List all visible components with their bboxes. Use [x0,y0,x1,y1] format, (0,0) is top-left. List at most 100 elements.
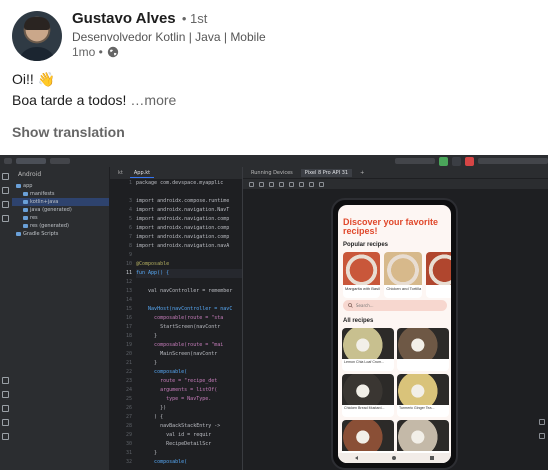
post-meta: 1mo • [72,45,119,59]
ide-device-selector [395,158,435,164]
post-image-ide-screenshot[interactable]: Android app manifests kotlin+java java (gen… [0,155,548,470]
zoom-out-icon [539,433,545,439]
author-name[interactable]: Gustavo Alves [72,10,176,27]
code-line: MainScreen(navContr [136,351,218,357]
code-line: } [136,360,158,366]
author-avatar[interactable] [12,11,62,61]
overview-icon [309,181,314,187]
line-number: 8 [128,243,132,249]
line-number: 23 [125,378,132,384]
folder-icon [23,216,28,220]
recipe-image [397,374,449,405]
line-number: 15 [125,306,132,312]
device-toolbar [243,178,548,189]
recipe-image [397,420,449,451]
tree-item[interactable]: java (generated) [12,206,109,214]
search-bar[interactable] [343,300,447,311]
line-number: 24 [125,387,132,393]
line-number: 20 [125,351,132,357]
code-line: type = NavType. [136,396,212,402]
author-line: Gustavo Alves • 1st [72,10,207,27]
device-tab: Pixel 8 Pro API 31 [300,168,353,177]
tree-item[interactable]: manifests [12,190,109,198]
editor-tab-other: kt [118,170,123,176]
folder-icon [16,184,21,188]
code-line: StartScreen(navContr [136,324,221,330]
code-line: navBackStackEntry -> [136,423,221,429]
nav-back-icon[interactable] [355,456,358,460]
tree-item[interactable]: res (generated) [12,222,109,230]
back-icon [289,181,294,187]
popular-recipe-card[interactable]: Margarita with Basil an... [343,252,381,298]
search-icon [348,303,353,308]
recipe-card[interactable] [397,328,449,371]
popular-recipes-carousel[interactable]: Margarita with Basil an... Chicken and To… [343,252,451,298]
tree-item-label: Gradle Scripts [23,231,59,237]
commit-icon [2,187,9,194]
code-line: val navController = remember [136,288,233,294]
code-editor: package com.devspace.myapplic import andr… [136,179,242,470]
stop-icon [465,156,474,166]
recipe-image [343,252,381,285]
code-line: fun App() { [136,269,242,278]
line-number: 13 [125,288,132,294]
more-icon [2,215,9,222]
code-line: arguments = listOf( [136,387,218,393]
recipe-card[interactable]: Turmeric Ginger Tea... [397,374,449,417]
popular-recipe-card[interactable]: Chicken and Tortilla Bo... [384,252,422,298]
line-number: 18 [125,333,132,339]
code-line: route = "recipe_det [136,378,218,384]
post-body: Boa tarde a todos! [12,92,127,108]
line-number: 5 [128,216,132,222]
recipe-title: Chicken and Tortilla Bo... [386,286,422,291]
all-recipes-grid: Lemon Chia Loaf Crum... Chicken Bread Mus… [342,328,449,463]
avatar-hair [24,17,50,30]
recipe-title: Lemon Chia Loaf Crum... [344,360,385,364]
code-line: package com.devspace.myapplic [136,180,224,186]
code-line: composable(route = "mai [136,342,224,348]
code-line: import androidx.navigation.comp [136,225,230,231]
code-line: import androidx.navigation.comp [136,216,230,222]
popular-recipes-heading: Popular recipes [343,242,389,248]
build-icon [2,377,9,384]
show-translation-button[interactable]: Show translation [12,124,125,140]
tree-item[interactable]: app [12,182,109,190]
git-icon [2,433,9,440]
line-number: 28 [125,423,132,429]
nav-home-icon[interactable] [392,456,396,460]
line-number: 19 [125,342,132,348]
line-number: 27 [125,414,132,420]
tree-item[interactable]: Gradle Scripts [12,230,109,238]
screenshot-icon [319,181,324,187]
line-number: 1 [128,180,132,186]
line-number: 14 [125,297,132,303]
search-input[interactable] [356,303,436,308]
code-line: import androidx.navigation.comp [136,234,230,240]
recipe-card[interactable]: Chicken Bread Mustard... [342,374,394,417]
folder-icon [23,200,28,204]
debug-icon [452,156,461,166]
tree-item[interactable]: res [12,214,109,222]
line-number: 31 [125,450,132,456]
tree-item-label: kotlin+java [30,199,59,205]
recipe-title [397,359,449,361]
tree-item[interactable]: kotlin+java [12,198,109,206]
volume-down-icon [269,181,274,187]
line-number: 6 [128,225,132,231]
line-number: 17 [125,324,132,330]
recipe-card[interactable]: Lemon Chia Loaf Crum... [342,328,394,371]
nav-recents-icon[interactable] [430,456,434,460]
tree-item-label: java (generated) [30,207,72,213]
logcat-icon [2,391,9,398]
running-devices-header: Running Devices Pixel 8 Pro API 31 + [243,167,548,178]
popular-recipe-card[interactable] [425,252,451,298]
avatar-shirt [18,47,56,61]
post-greeting: Oi!! 👋 [12,71,56,87]
recipe-image [342,328,394,359]
see-more-link[interactable]: …more [130,92,176,108]
folder-icon [23,192,28,196]
folder-icon [23,224,28,228]
